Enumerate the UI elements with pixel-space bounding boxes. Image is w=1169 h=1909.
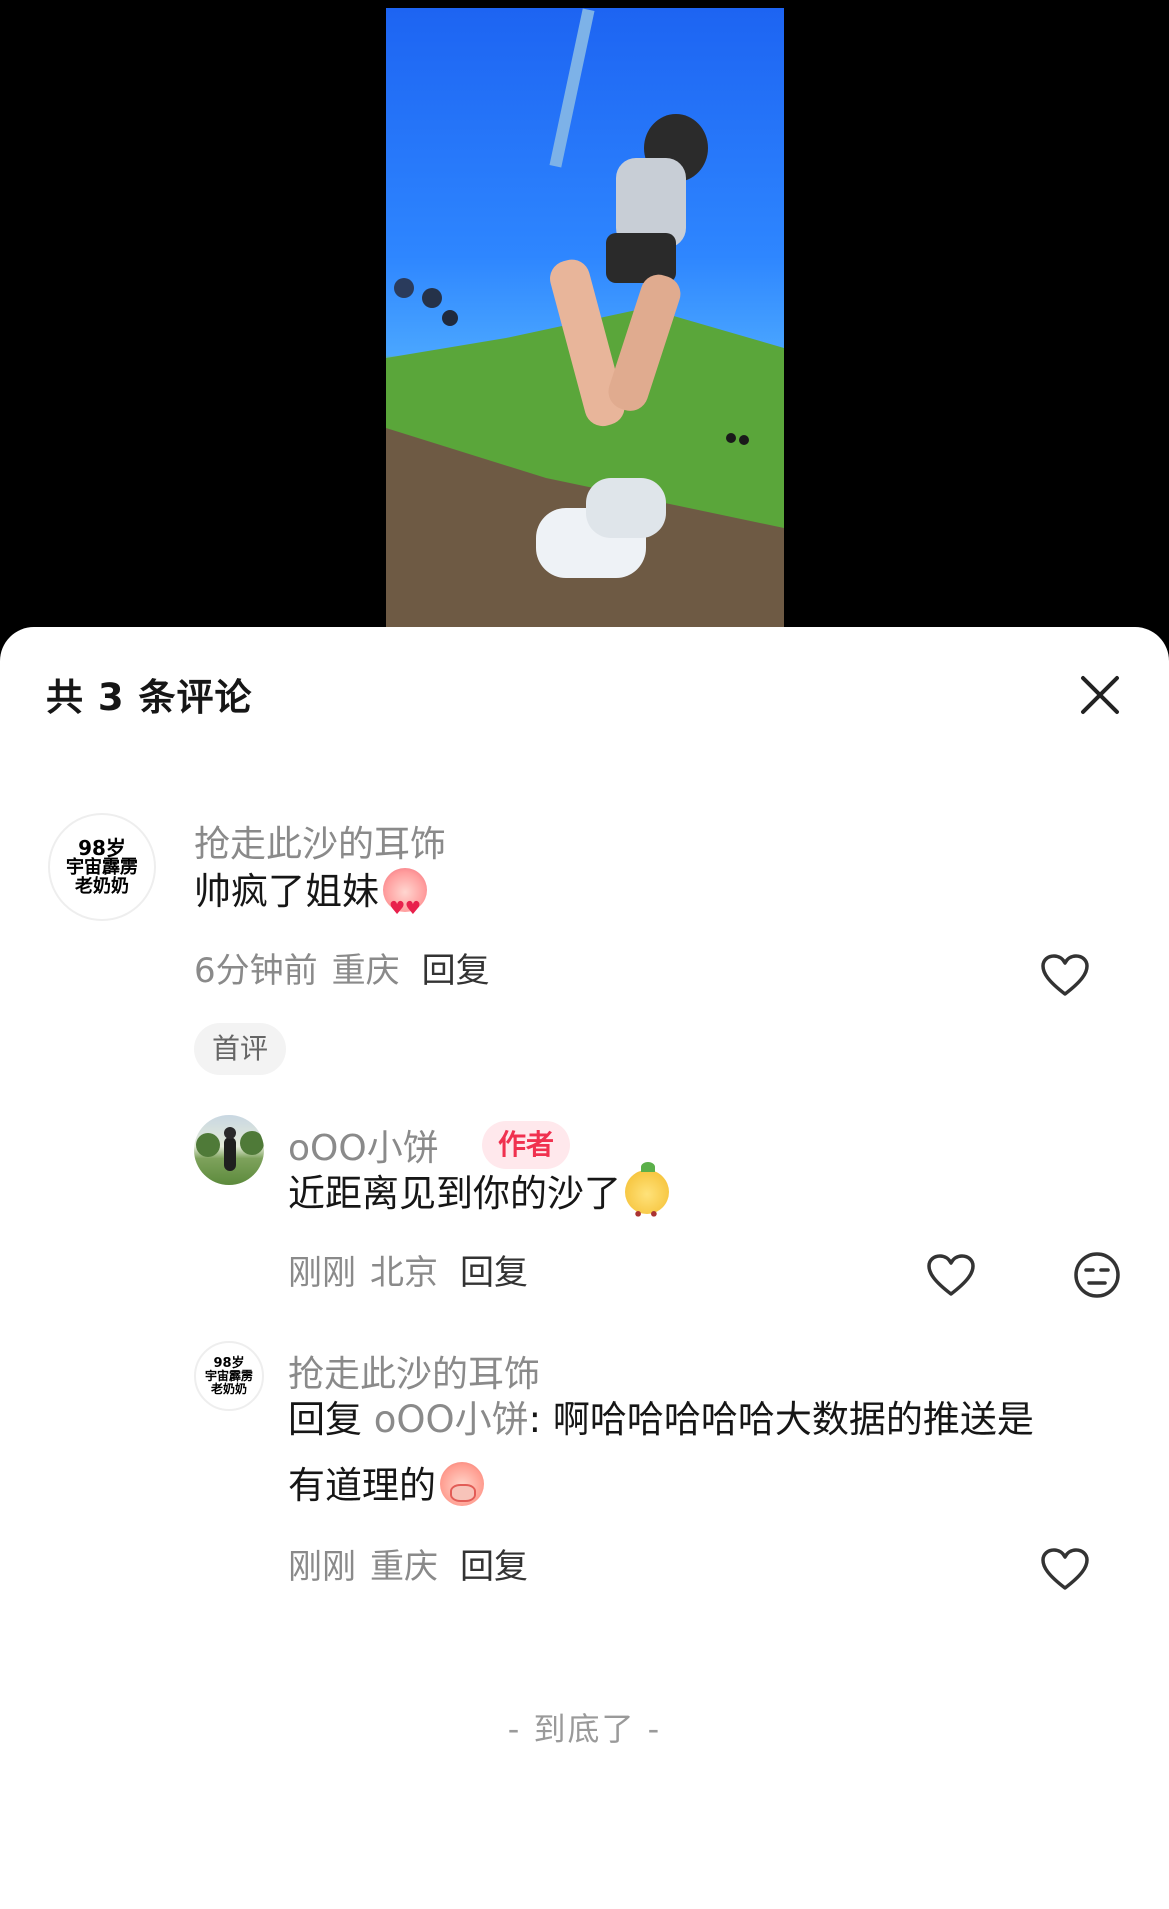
avatar[interactable] xyxy=(194,1115,264,1185)
close-icon[interactable] xyxy=(1076,671,1124,719)
heart-icon[interactable] xyxy=(1040,1547,1090,1591)
comments-count-title: 共 3 条评论 xyxy=(46,676,253,719)
heart-eyes-emoji xyxy=(383,868,427,942)
reply-button[interactable]: 回复 xyxy=(460,1253,528,1293)
yellow-dog-emoji xyxy=(625,1162,669,1248)
avatar-text-line: 老奶奶 xyxy=(75,875,129,897)
comment-text-continued: 有道理的 xyxy=(288,1453,484,1519)
video-player[interactable] xyxy=(0,0,1169,640)
comment-body: 近距离见到你的沙了 xyxy=(288,1172,621,1215)
comment-time: 6分钟前 xyxy=(194,951,318,991)
avatar-text-line: 宇宙霹雳 xyxy=(66,856,138,878)
comment-meta: 刚刚 重庆 回复 xyxy=(288,1539,528,1588)
comment-location: 重庆 xyxy=(331,951,400,991)
end-of-list-text: - 到底了 - xyxy=(507,1710,662,1748)
comment-body: 有道理的 xyxy=(288,1464,436,1507)
dislike-face-icon[interactable] xyxy=(1073,1251,1121,1299)
reply-button[interactable]: 回复 xyxy=(422,951,490,991)
video-still-image xyxy=(386,8,784,628)
avatar-photo-image xyxy=(196,1127,264,1171)
comment-time: 刚刚 xyxy=(288,1547,356,1587)
video-frame[interactable] xyxy=(386,8,784,628)
comment-body: : 啊哈哈哈哈哈大数据的推送是 xyxy=(528,1398,1034,1441)
heart-icon[interactable] xyxy=(926,1253,976,1297)
comment-text: 近距离见到你的沙了 xyxy=(288,1161,669,1248)
avatar[interactable]: 98岁 宇宙霹雳 老奶奶 xyxy=(48,813,156,921)
avatar-text-line: 老奶奶 xyxy=(210,1381,247,1396)
avatar-text-line: 98岁 xyxy=(78,835,126,860)
reply-prefix: 回复 xyxy=(288,1398,362,1441)
comment-time: 刚刚 xyxy=(288,1253,356,1293)
avatar-text-line: 宇宙霹雳 xyxy=(204,1369,253,1384)
heart-icon[interactable] xyxy=(1040,953,1090,997)
cover-mouth-emoji xyxy=(440,1462,484,1506)
comment-location: 北京 xyxy=(370,1253,438,1293)
comment-location: 重庆 xyxy=(370,1547,438,1587)
reply-to-username[interactable]: oOO小饼 xyxy=(374,1398,529,1441)
first-comment-badge: 首评 xyxy=(194,1023,287,1075)
comment-meta: 刚刚 北京 回复 xyxy=(288,1245,528,1294)
reply-button[interactable]: 回复 xyxy=(460,1547,528,1587)
comment-text: 回复 oOO小饼: 啊哈哈哈哈哈大数据的推送是 xyxy=(288,1387,1034,1453)
comment-body: 帅疯了姐妹 xyxy=(194,870,379,913)
comment-text: 帅疯了姐妹 xyxy=(194,859,427,942)
avatar[interactable]: 98岁 宇宙霹雳 老奶奶 xyxy=(194,1341,264,1411)
comments-sheet: 共 3 条评论 98岁 宇宙霹雳 老奶奶 抢走此沙的耳饰 帅疯了姐妹 6分钟前重… xyxy=(0,627,1169,1909)
comment-meta: 6分钟前 重庆 回复 xyxy=(194,943,490,992)
